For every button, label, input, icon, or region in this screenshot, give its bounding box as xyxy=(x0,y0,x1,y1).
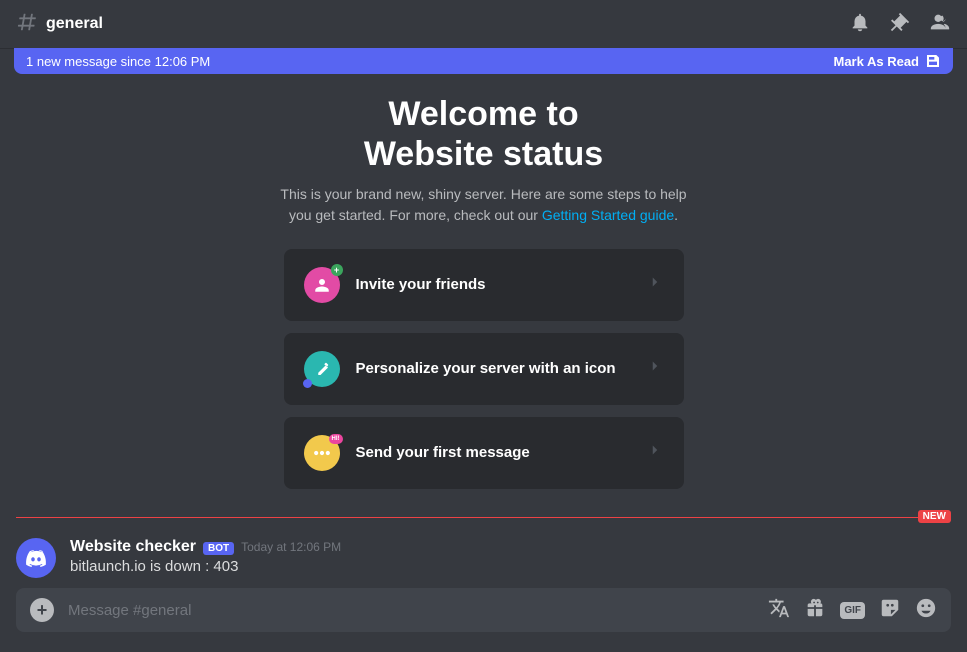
bell-icon[interactable] xyxy=(849,11,871,38)
hash-icon xyxy=(16,11,38,38)
attach-button[interactable]: + xyxy=(30,598,54,622)
message: Website checker BOT Today at 12:06 PM bi… xyxy=(16,536,951,588)
personalize-card[interactable]: Personalize your server with an icon xyxy=(284,333,684,405)
message-author[interactable]: Website checker xyxy=(70,538,196,556)
first-message-card[interactable]: HI! Send your first message xyxy=(284,417,684,489)
gift-icon[interactable] xyxy=(804,597,826,624)
message-area: Welcome to Website status This is your b… xyxy=(0,74,967,588)
pin-icon[interactable] xyxy=(889,11,911,38)
mark-read-icon xyxy=(925,53,941,69)
channel-name: general xyxy=(46,15,103,33)
invite-icon: + xyxy=(304,267,340,303)
message-input[interactable] xyxy=(68,602,754,619)
mark-as-read-button[interactable]: Mark As Read xyxy=(834,53,942,69)
chevron-right-icon xyxy=(646,273,664,296)
new-message-text: 1 new message since 12:06 PM xyxy=(26,54,210,69)
card-label: Personalize your server with an icon xyxy=(356,360,616,377)
new-badge: NEW xyxy=(918,510,951,523)
message-input-bar: + GIF xyxy=(16,588,951,632)
chevron-right-icon xyxy=(646,441,664,464)
discord-logo-icon xyxy=(24,546,48,570)
paint-icon xyxy=(304,351,340,387)
new-divider: NEW xyxy=(16,517,951,518)
bot-tag: BOT xyxy=(203,542,234,555)
new-message-bar[interactable]: 1 new message since 12:06 PM Mark As Rea… xyxy=(14,48,953,74)
gif-button[interactable]: GIF xyxy=(840,602,865,619)
card-label: Invite your friends xyxy=(356,276,486,293)
message-content: bitlaunch.io is down : 403 xyxy=(70,558,341,575)
chat-icon: HI! xyxy=(304,435,340,471)
card-label: Send your first message xyxy=(356,444,530,461)
members-icon[interactable] xyxy=(929,11,951,38)
translate-icon[interactable] xyxy=(768,597,790,624)
emoji-icon[interactable] xyxy=(915,597,937,624)
avatar[interactable] xyxy=(16,538,56,578)
channel-header: general xyxy=(0,0,967,48)
welcome-description: This is your brand new, shiny server. He… xyxy=(274,184,694,225)
message-timestamp: Today at 12:06 PM xyxy=(241,540,341,554)
invite-friends-card[interactable]: + Invite your friends xyxy=(284,249,684,321)
welcome-block: Welcome to Website status This is your b… xyxy=(274,94,694,225)
chevron-right-icon xyxy=(646,357,664,380)
sticker-icon[interactable] xyxy=(879,597,901,624)
input-area: + GIF xyxy=(0,588,967,652)
getting-started-link[interactable]: Getting Started guide xyxy=(542,207,674,223)
welcome-title: Welcome to Website status xyxy=(274,94,694,174)
